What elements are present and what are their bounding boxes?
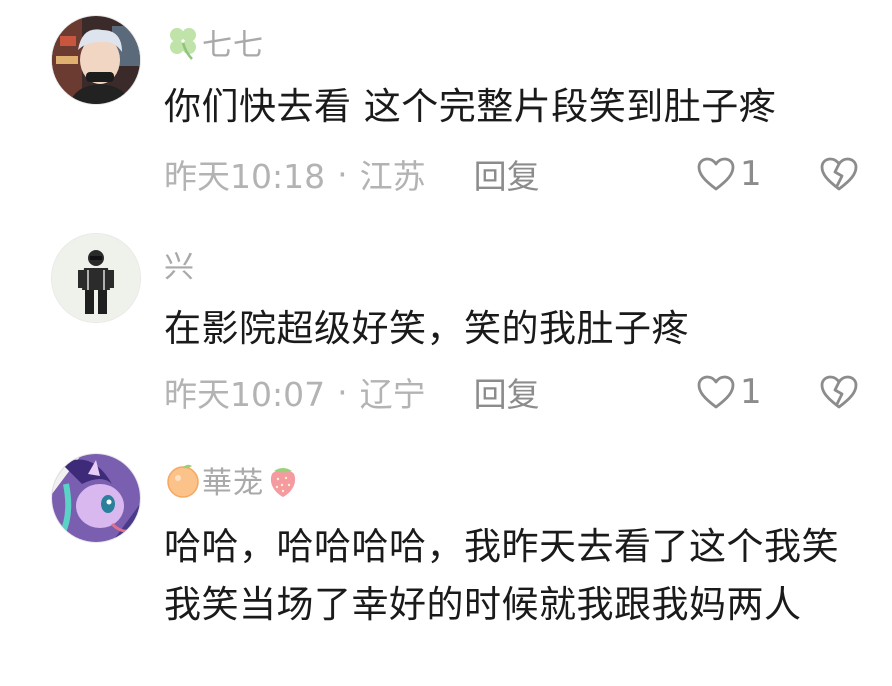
- four-leaf-clover-icon: [164, 23, 202, 61]
- comment-location: 江苏: [359, 157, 426, 196]
- username[interactable]: 華茏: [202, 458, 264, 502]
- reply-button[interactable]: 回复: [474, 368, 540, 416]
- comment-item: 華茏 哈哈，哈哈哈哈，我昨天去看了这个我笑我笑当场了幸好的时候就我跟我妈两人: [0, 440, 892, 686]
- username-row: 兴: [164, 242, 195, 286]
- comment-text: 在影院超级好笑，笑的我肚子疼: [164, 307, 689, 350]
- meta-separator: ·: [337, 154, 348, 194]
- comment-time: 昨天10:07: [164, 375, 326, 414]
- comment-time: 昨天10:18: [164, 157, 326, 196]
- comment-text: 你们快去看 这个完整片段笑到肚子疼: [164, 85, 777, 128]
- like-count: 1: [740, 154, 762, 194]
- comment-meta: 昨天10:07 · 辽宁 回复: [164, 368, 540, 416]
- comment-text: 哈哈，哈哈哈哈，我昨天去看了这个我笑我笑当场了幸好的时候就我跟我妈两人: [164, 525, 839, 626]
- dislike-button[interactable]: [818, 370, 860, 414]
- comment-meta: 昨天10:18 · 江苏 回复: [164, 150, 540, 198]
- username[interactable]: 兴: [164, 242, 195, 286]
- username[interactable]: 七七: [202, 20, 264, 64]
- heart-icon: [697, 375, 735, 409]
- comment-item: 七七 你们快去看 这个完整片段笑到肚子疼 昨天10:18 · 江苏 回复 1: [0, 0, 892, 220]
- reply-button[interactable]: 回复: [474, 150, 540, 198]
- heart-icon: [697, 157, 735, 191]
- orange-fruit-icon: [164, 461, 202, 499]
- like-button[interactable]: 1: [696, 370, 762, 414]
- comment-item: 兴 在影院超级好笑，笑的我肚子疼 昨天10:07 · 辽宁 回复 1: [0, 220, 892, 440]
- meta-separator: ·: [337, 372, 348, 412]
- dislike-button[interactable]: [818, 152, 860, 196]
- avatar[interactable]: [52, 234, 140, 322]
- strawberry-icon: [264, 461, 302, 499]
- username-row: 華茏: [164, 458, 302, 502]
- like-count: 1: [740, 372, 762, 412]
- username-row: 七七: [164, 20, 264, 64]
- avatar[interactable]: [52, 454, 140, 542]
- comment-location: 辽宁: [359, 375, 426, 414]
- broken-heart-icon: [820, 157, 858, 191]
- broken-heart-icon: [820, 375, 858, 409]
- avatar[interactable]: [52, 16, 140, 104]
- like-button[interactable]: 1: [696, 152, 762, 196]
